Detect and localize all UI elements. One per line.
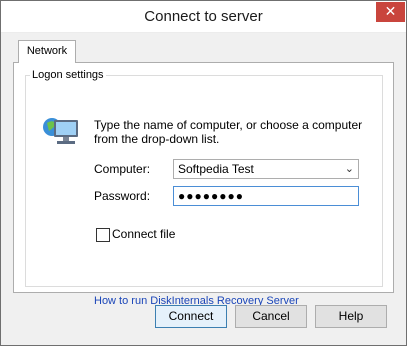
computer-icon (43, 118, 78, 144)
group-label: Logon settings (30, 69, 106, 81)
close-button[interactable]: ✕ (376, 2, 405, 22)
connect-file-label[interactable]: Connect file (112, 227, 175, 241)
help-button[interactable]: Help (315, 305, 387, 328)
logon-settings-group (25, 75, 383, 287)
title-bar[interactable]: Connect to server ✕ (1, 1, 406, 33)
password-label: Password: (94, 189, 151, 203)
computer-combobox[interactable]: Softpedia Test ⌄ (173, 159, 359, 179)
instruction-text: Type the name of computer, or choose a c… (94, 118, 363, 146)
window-title: Connect to server (144, 8, 263, 25)
connect-button[interactable]: Connect (155, 305, 227, 328)
connect-file-checkbox[interactable] (96, 228, 110, 242)
password-value: ●●●●●●●● (178, 189, 244, 203)
cancel-button[interactable]: Cancel (235, 305, 307, 328)
chevron-down-icon[interactable]: ⌄ (345, 162, 354, 175)
computer-value: Softpedia Test (178, 162, 254, 176)
tab-label: Network (26, 45, 68, 57)
close-icon: ✕ (384, 3, 397, 19)
connect-dialog: Connect to server ✕ Network Logon settin… (0, 0, 407, 346)
computer-label: Computer: (94, 162, 151, 176)
tab-network[interactable]: Network (18, 40, 76, 63)
dialog-body: Network Logon settings Type the name of … (8, 33, 399, 338)
password-field[interactable]: ●●●●●●●● (173, 186, 359, 206)
network-tab-panel: Logon settings Type the name of computer… (13, 62, 394, 307)
